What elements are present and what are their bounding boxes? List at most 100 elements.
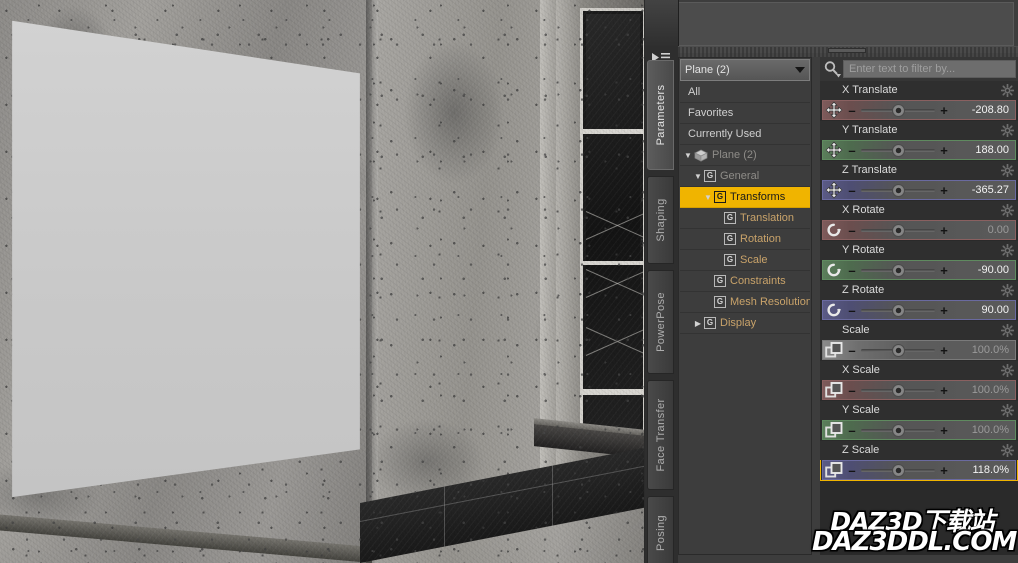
decrement-button[interactable]: –	[845, 464, 859, 477]
filter-input[interactable]	[843, 60, 1016, 78]
parameter-slider-z-rotate[interactable]: – +90.00	[822, 300, 1016, 320]
tab-posing[interactable]: Posing	[647, 496, 674, 563]
parameter-value-z-scale[interactable]: 118.0%	[951, 464, 1015, 476]
tree-item-translation[interactable]: ▶GTranslation	[680, 208, 810, 229]
parameter-slider-x-rotate[interactable]: – +0.00	[822, 220, 1016, 240]
slider-handle[interactable]	[891, 143, 905, 157]
gear-icon[interactable]	[1000, 403, 1015, 418]
tree-item-plane-2[interactable]: ▼ Plane (2)	[680, 145, 810, 166]
scale-icon[interactable]	[823, 421, 845, 439]
slider-track[interactable]	[859, 221, 937, 239]
search-icon[interactable]	[822, 59, 842, 79]
parameter-value-y-translate[interactable]: 188.00	[951, 144, 1015, 156]
tab-powerpose[interactable]: PowerPose	[647, 270, 674, 374]
slider-handle[interactable]	[891, 223, 905, 237]
tree-item-display[interactable]: ▶ G Display	[680, 313, 810, 334]
slider-handle[interactable]	[891, 423, 905, 437]
gear-icon[interactable]	[1000, 323, 1015, 338]
rotate-icon[interactable]	[823, 301, 845, 319]
twisty-open-icon[interactable]: ▼	[702, 193, 714, 202]
parameter-row-z-translate[interactable]: Z Translate – + -365.27	[820, 161, 1018, 201]
decrement-button[interactable]: –	[845, 184, 859, 197]
twisty-closed-icon[interactable]: ▶	[692, 319, 704, 328]
slider-track[interactable]	[859, 141, 937, 159]
slider-track[interactable]	[859, 301, 937, 319]
parameter-row-y-scale[interactable]: Y Scale – +100.0%	[820, 401, 1018, 441]
decrement-button[interactable]: –	[845, 424, 859, 437]
gear-icon[interactable]	[1000, 163, 1015, 178]
slider-handle[interactable]	[891, 303, 905, 317]
gear-icon[interactable]	[1000, 83, 1015, 98]
rotate-icon[interactable]	[823, 221, 845, 239]
parameter-value-scale[interactable]: 100.0%	[951, 344, 1015, 356]
decrement-button[interactable]: –	[845, 304, 859, 317]
parameter-row-x-translate[interactable]: X Translate – + -208.80	[820, 81, 1018, 121]
increment-button[interactable]: +	[937, 304, 951, 317]
twisty-open-icon[interactable]: ▼	[682, 151, 694, 160]
parameter-row-z-rotate[interactable]: Z Rotate – +90.00	[820, 281, 1018, 321]
parameter-row-z-scale[interactable]: Z Scale – +118.0%	[820, 441, 1018, 481]
parameter-slider-z-scale[interactable]: – +118.0%	[822, 460, 1016, 480]
move-icon[interactable]	[823, 141, 845, 159]
decrement-button[interactable]: –	[845, 264, 859, 277]
parameter-row-scale[interactable]: Scale – +100.0%	[820, 321, 1018, 361]
slider-track[interactable]	[859, 381, 937, 399]
move-icon[interactable]	[823, 181, 845, 199]
gear-icon[interactable]	[1000, 243, 1015, 258]
slider-track[interactable]	[859, 461, 937, 479]
parameter-value-x-translate[interactable]: -208.80	[951, 104, 1015, 116]
increment-button[interactable]: +	[937, 144, 951, 157]
gear-icon[interactable]	[1000, 123, 1015, 138]
gear-icon[interactable]	[1000, 203, 1015, 218]
parameter-group-list[interactable]: All Favorites Currently Used ▼ Plane (2) ▼ G Ge…	[680, 82, 810, 553]
scale-icon[interactable]	[823, 381, 845, 399]
increment-button[interactable]: +	[937, 264, 951, 277]
twisty-open-icon[interactable]: ▼	[692, 172, 704, 181]
parameter-slider-z-translate[interactable]: – + -365.27	[822, 180, 1016, 200]
tab-face-transfer[interactable]: Face Transfer	[647, 380, 674, 490]
parameter-slider-y-translate[interactable]: – +188.00	[822, 140, 1016, 160]
slider-handle[interactable]	[891, 183, 905, 197]
scale-icon[interactable]	[823, 461, 845, 479]
parameter-slider-x-scale[interactable]: – +100.0%	[822, 380, 1016, 400]
parameter-value-z-translate[interactable]: -365.27	[951, 184, 1015, 196]
slider-track[interactable]	[859, 261, 937, 279]
increment-button[interactable]: +	[937, 104, 951, 117]
decrement-button[interactable]: –	[845, 384, 859, 397]
parameter-slider-y-rotate[interactable]: – + -90.00	[822, 260, 1016, 280]
tab-parameters[interactable]: Parameters	[647, 60, 674, 170]
tree-item-favorites[interactable]: Favorites	[680, 103, 810, 124]
tree-item-transforms[interactable]: ▼ G Transforms	[680, 187, 810, 208]
parameter-row-x-rotate[interactable]: X Rotate – +0.00	[820, 201, 1018, 241]
slider-handle[interactable]	[891, 463, 905, 477]
increment-button[interactable]: +	[937, 424, 951, 437]
increment-button[interactable]: +	[937, 344, 951, 357]
tree-item-rotation[interactable]: ▶GRotation	[680, 229, 810, 250]
increment-button[interactable]: +	[937, 184, 951, 197]
increment-button[interactable]: +	[937, 384, 951, 397]
slider-handle[interactable]	[891, 343, 905, 357]
decrement-button[interactable]: –	[845, 344, 859, 357]
parameter-row-x-scale[interactable]: X Scale – +100.0%	[820, 361, 1018, 401]
decrement-button[interactable]: –	[845, 144, 859, 157]
slider-handle[interactable]	[891, 263, 905, 277]
gear-icon[interactable]	[1000, 443, 1015, 458]
object-selector-combo[interactable]: Plane (2)	[680, 59, 810, 81]
selected-plane-primitive[interactable]	[12, 20, 360, 498]
parameter-value-y-rotate[interactable]: -90.00	[951, 264, 1015, 276]
parameter-slider-y-scale[interactable]: – +100.0%	[822, 420, 1016, 440]
decrement-button[interactable]: –	[845, 104, 859, 117]
gear-icon[interactable]	[1000, 363, 1015, 378]
tab-shaping[interactable]: Shaping	[647, 176, 674, 264]
rotate-icon[interactable]	[823, 261, 845, 279]
parameter-row-y-rotate[interactable]: Y Rotate – + -90.00	[820, 241, 1018, 281]
slider-handle[interactable]	[891, 103, 905, 117]
top-empty-pane[interactable]	[678, 2, 1014, 46]
gear-icon[interactable]	[1000, 283, 1015, 298]
parameter-value-z-rotate[interactable]: 90.00	[951, 304, 1015, 316]
tree-item-scale[interactable]: ▶GScale	[680, 250, 810, 271]
parameter-value-y-scale[interactable]: 100.0%	[951, 424, 1015, 436]
tree-item-mesh-resolution[interactable]: ▶GMesh Resolution	[680, 292, 810, 313]
increment-button[interactable]: +	[937, 224, 951, 237]
parameter-slider-scale[interactable]: – +100.0%	[822, 340, 1016, 360]
